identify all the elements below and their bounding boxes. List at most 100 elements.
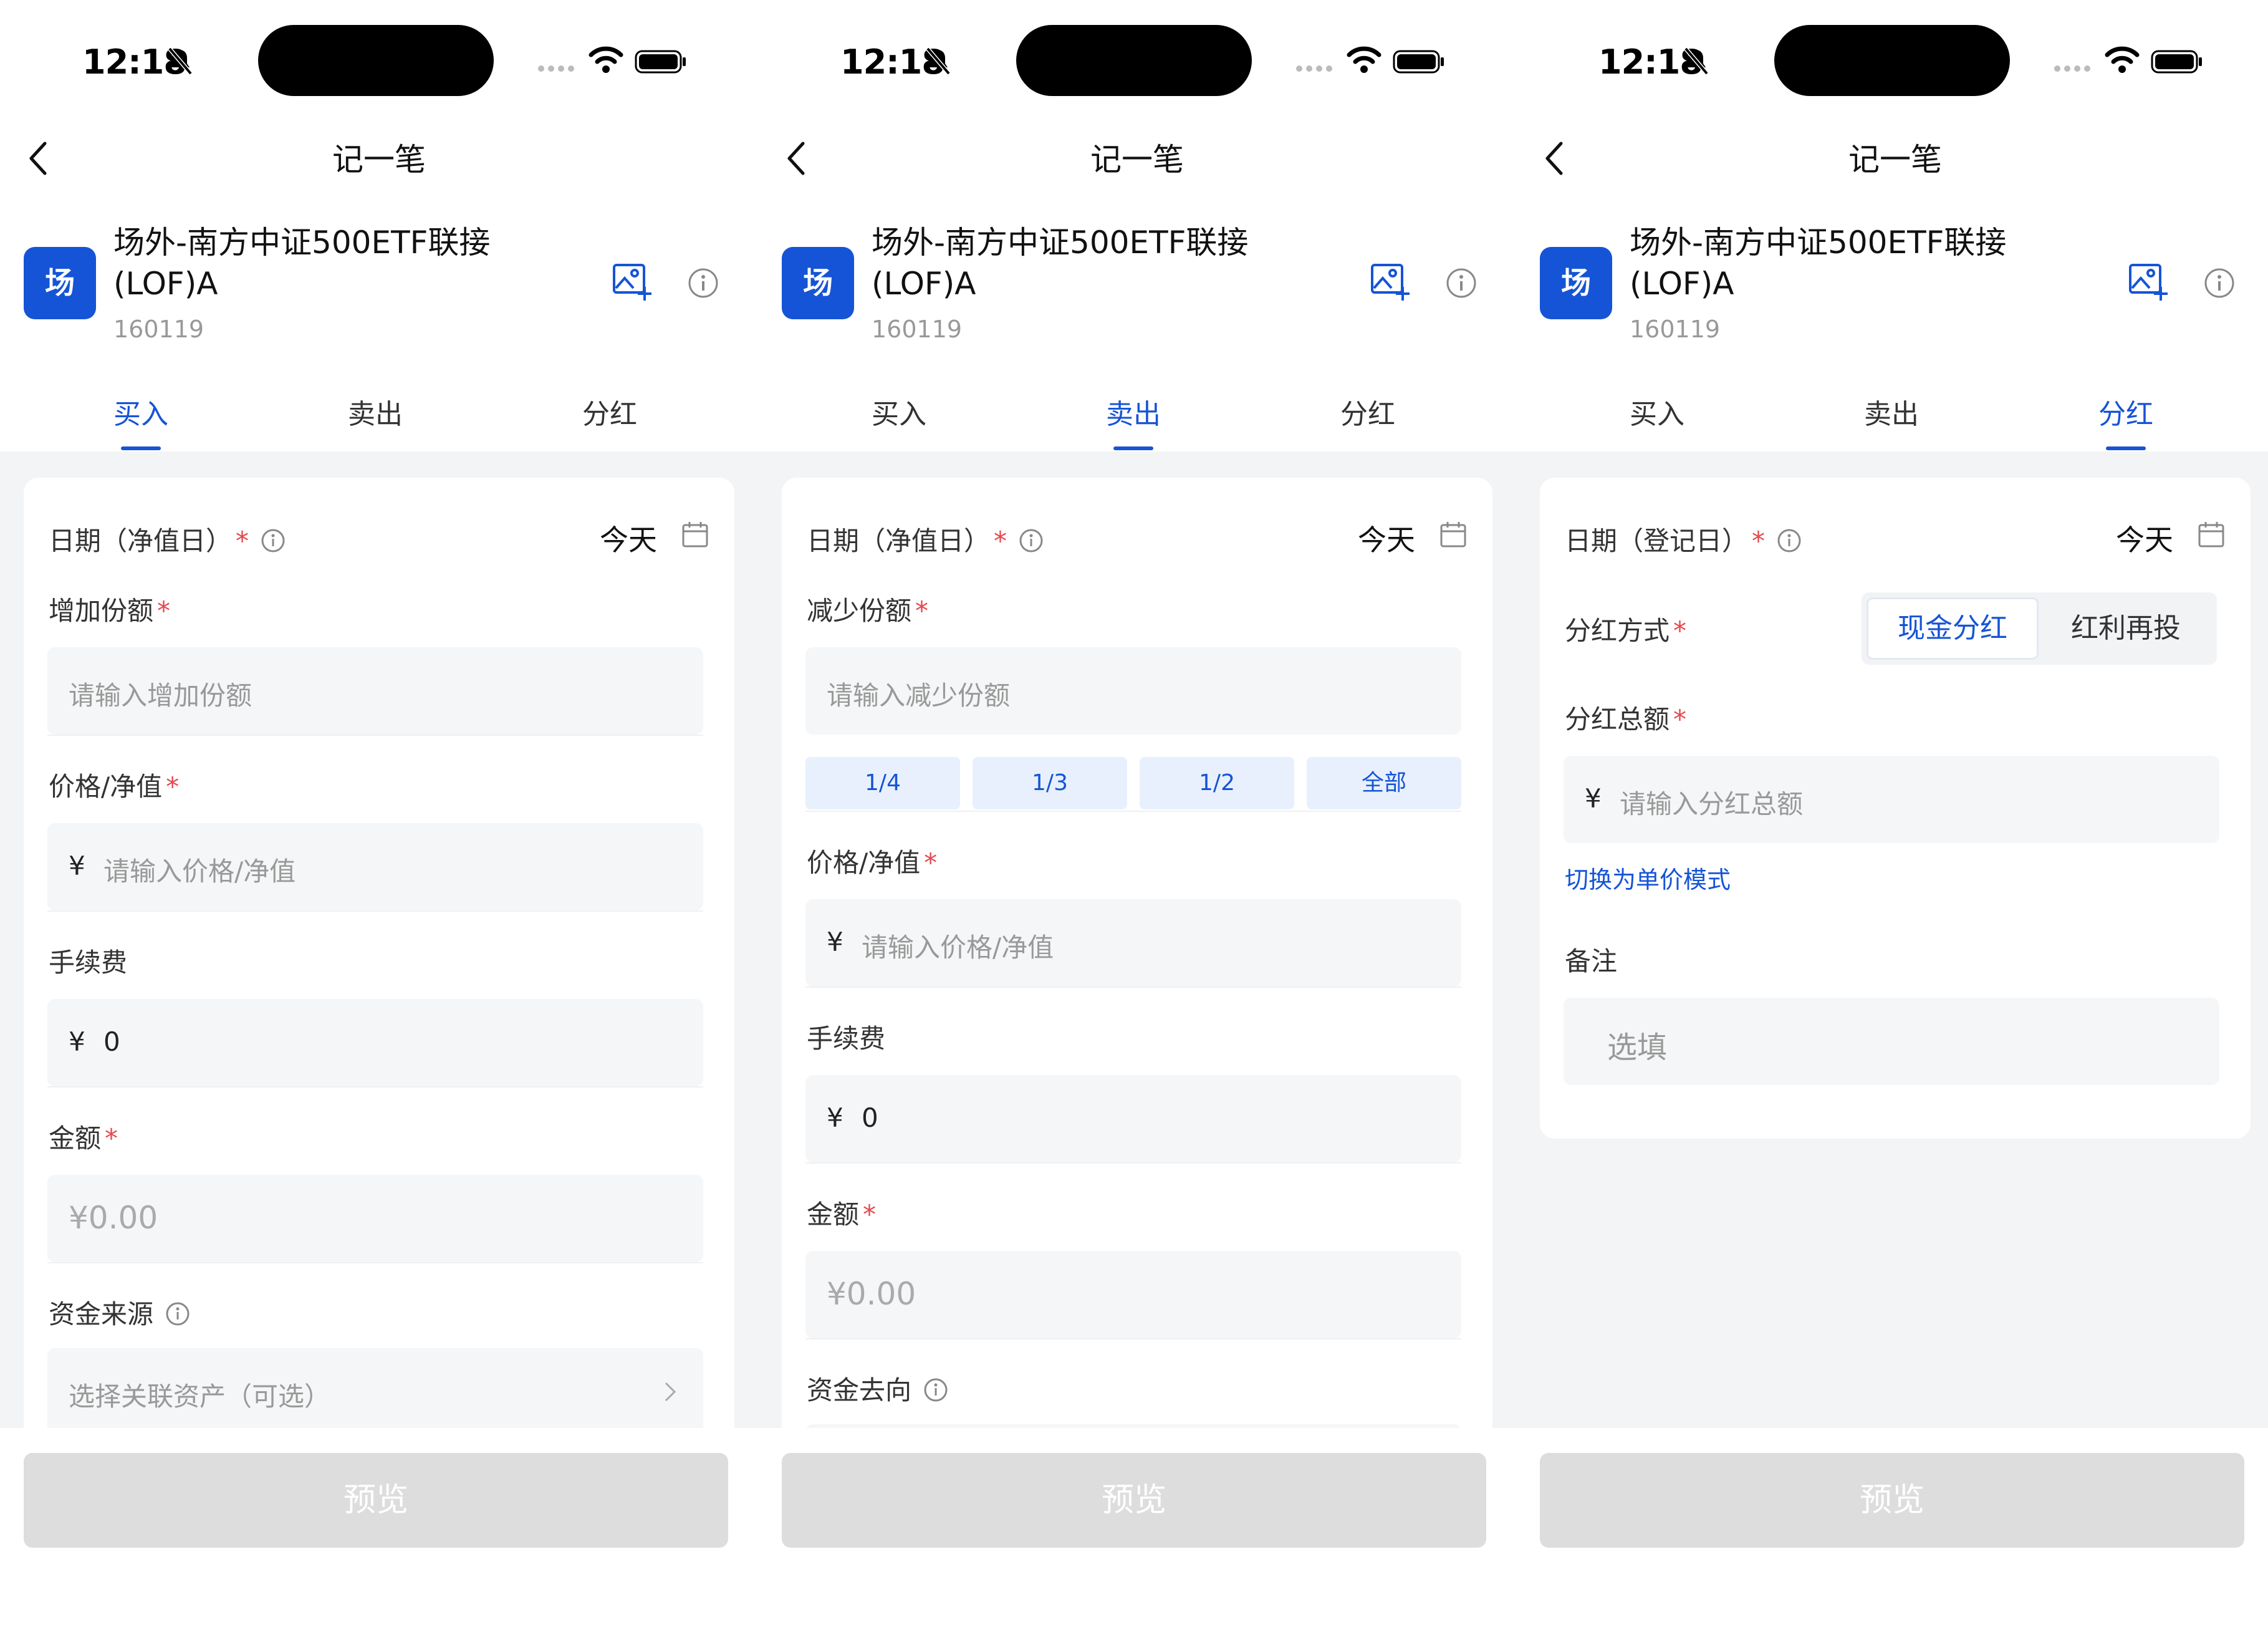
source-label-row: 资金来源 <box>49 1293 191 1331</box>
add-image-icon[interactable] <box>2128 263 2169 302</box>
info-icon[interactable] <box>923 1377 949 1403</box>
ratio-half-button[interactable]: 1/2 <box>1140 757 1294 809</box>
fee-input[interactable]: ¥0 <box>805 1075 1461 1162</box>
info-icon[interactable] <box>1776 528 1802 554</box>
preview-button[interactable]: 预览 <box>782 1453 1486 1548</box>
fund-code: 160119 <box>872 316 963 343</box>
info-icon[interactable] <box>1018 528 1044 554</box>
page-title: 记一笔 <box>1090 142 1184 178</box>
tab-sell[interactable]: 卖出 <box>1040 392 1227 432</box>
calendar-icon[interactable] <box>681 520 709 549</box>
cellular-signal-icon <box>2054 65 2090 72</box>
quick-ratio-buttons: 1/4 1/3 1/2 全部 <box>805 757 1466 809</box>
fund-name-line1: 场外-南方中证500ETF联接 <box>1630 224 2007 261</box>
fund-name: 场外-南方中证500ETF联接 (LOF)A <box>872 222 1308 304</box>
total-label: 分红总额 <box>1565 704 1670 735</box>
chevron-right-icon <box>665 1382 676 1402</box>
source-label: 资金来源 <box>49 1299 154 1329</box>
battery-icon <box>635 50 686 74</box>
form-area: 日期（登记日） * 今天 分红方式 * 现金分红 红利再投 分红总额 * ¥ 请输入分红… <box>1516 451 2268 1428</box>
amount-input[interactable]: ¥0.00 <box>805 1251 1461 1338</box>
calendar-icon[interactable] <box>2197 520 2226 549</box>
divider <box>47 1262 703 1263</box>
fee-label: 手续费 <box>807 1023 886 1054</box>
page-title: 记一笔 <box>1848 142 1942 178</box>
divider <box>47 910 703 912</box>
price-input[interactable]: ¥ 请输入价格/净值 <box>805 899 1461 986</box>
amount-label: 金额 <box>49 1123 102 1154</box>
tab-active-indicator <box>121 446 161 450</box>
required-mark: * <box>924 847 938 878</box>
date-value[interactable]: 今天 <box>1358 518 1415 559</box>
tab-buy[interactable]: 买入 <box>47 392 234 432</box>
ratio-all-button[interactable]: 全部 <box>1307 757 1461 809</box>
tab-buy[interactable]: 买入 <box>1564 392 1751 432</box>
shares-input[interactable]: 请输入增加份额 <box>47 647 703 735</box>
info-icon[interactable] <box>165 1301 191 1327</box>
tab-dividend[interactable]: 分红 <box>1274 392 1461 432</box>
fund-name-line2: (LOF)A <box>113 266 218 302</box>
switch-unit-price-link[interactable]: 切换为单价模式 <box>1565 861 1731 895</box>
dynamic-island <box>258 25 494 96</box>
fund-name-line1: 场外-南方中证500ETF联接 <box>872 224 1249 261</box>
shares-label: 增加份额 <box>49 596 154 626</box>
date-value[interactable]: 今天 <box>600 518 657 559</box>
note-placeholder: 选填 <box>1607 1030 1668 1065</box>
required-mark: * <box>157 596 171 626</box>
total-input[interactable]: ¥ 请输入分红总额 <box>1564 756 2219 843</box>
cash-dividend-option[interactable]: 现金分红 <box>1867 597 2039 660</box>
note-input[interactable]: 选填 <box>1564 998 2219 1085</box>
required-mark: * <box>915 596 929 626</box>
shares-label-row: 增加份额 * <box>49 590 170 628</box>
currency-symbol: ¥ <box>827 927 843 957</box>
fund-name-line2: (LOF)A <box>872 266 976 302</box>
fund-name-line1: 场外-南方中证500ETF联接 <box>113 224 491 261</box>
info-icon[interactable] <box>260 528 286 554</box>
calendar-icon[interactable] <box>1439 520 1468 549</box>
tab-dividend[interactable]: 分红 <box>2032 392 2219 432</box>
fund-logo: 场 <box>782 247 854 319</box>
silent-bell-icon <box>168 47 193 75</box>
date-label: 日期（净值日） <box>49 526 233 556</box>
divider <box>805 1162 1461 1164</box>
dynamic-island <box>1774 25 2010 96</box>
required-mark: * <box>105 1123 118 1154</box>
info-icon[interactable] <box>2203 267 2236 299</box>
source-select[interactable]: 选择关联资产（可选） <box>47 1348 703 1428</box>
amount-input[interactable]: ¥0.00 <box>47 1175 703 1262</box>
tab-sell[interactable]: 卖出 <box>282 392 469 432</box>
price-placeholder: 请输入价格/净值 <box>103 856 296 887</box>
tab-dividend[interactable]: 分红 <box>516 392 703 432</box>
wifi-icon <box>1347 46 1381 73</box>
total-placeholder: 请输入分红总额 <box>1620 789 1804 819</box>
ratio-third-button[interactable]: 1/3 <box>973 757 1127 809</box>
fee-input[interactable]: ¥0 <box>47 999 703 1086</box>
tab-active-indicator <box>2106 446 2146 450</box>
add-image-icon[interactable] <box>612 263 653 302</box>
price-label: 价格/净值 <box>49 771 163 802</box>
info-icon[interactable] <box>1445 267 1478 299</box>
shares-placeholder: 请输入减少份额 <box>827 680 1011 711</box>
reinvest-option[interactable]: 红利再投 <box>2040 597 2212 660</box>
date-label: 日期（登记日） <box>1565 526 1749 556</box>
form-card: 日期（登记日） * 今天 分红方式 * 现金分红 红利再投 分红总额 * ¥ 请输入分红… <box>1540 478 2251 1139</box>
battery-icon <box>1393 50 1444 74</box>
ratio-quarter-button[interactable]: 1/4 <box>805 757 960 809</box>
tab-buy[interactable]: 买入 <box>805 392 992 432</box>
shares-input[interactable]: 请输入减少份额 <box>805 647 1461 735</box>
preview-button[interactable]: 预览 <box>24 1453 728 1548</box>
fee-label-row: 手续费 <box>49 942 127 980</box>
dest-select[interactable] <box>805 1424 1461 1428</box>
fund-code: 160119 <box>113 316 204 343</box>
price-input[interactable]: ¥ 请输入价格/净值 <box>47 823 703 910</box>
wifi-icon <box>589 46 623 73</box>
dest-label-row: 资金去向 <box>807 1369 949 1407</box>
form-card: 日期（净值日） * 今天 减少份额 * 请输入减少份额 1/4 1/3 1/2 全部… <box>782 478 1492 1428</box>
date-value[interactable]: 今天 <box>2116 518 2173 559</box>
amount-label: 金额 <box>807 1199 860 1230</box>
info-icon[interactable] <box>687 267 719 299</box>
tab-sell[interactable]: 卖出 <box>1798 392 1985 432</box>
required-mark: * <box>236 526 249 556</box>
add-image-icon[interactable] <box>1370 263 1411 302</box>
preview-button[interactable]: 预览 <box>1540 1453 2244 1548</box>
